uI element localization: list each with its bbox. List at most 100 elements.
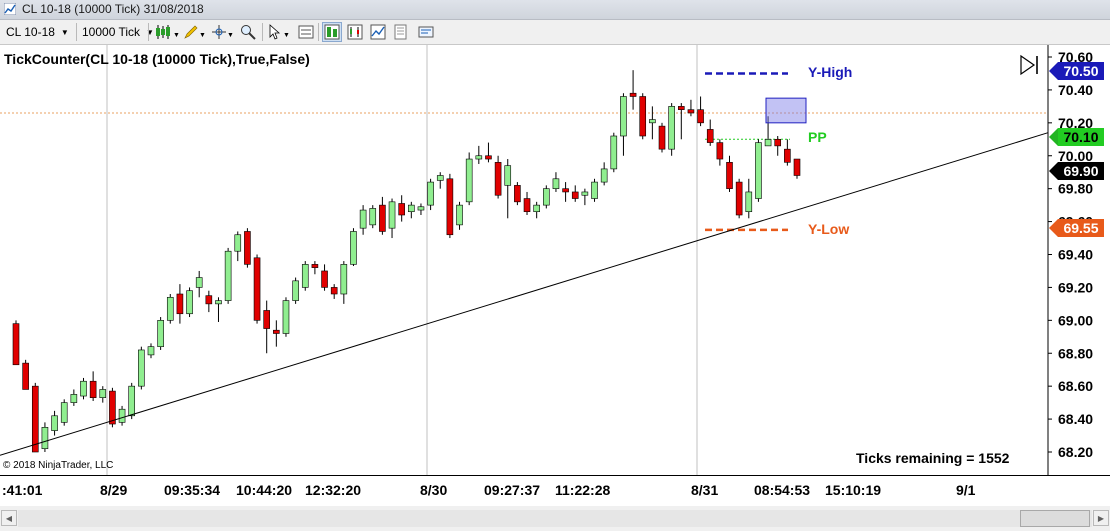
toolbar-separator: [318, 23, 319, 41]
instrument-selector[interactable]: CL 10-18 ▼: [6, 22, 69, 42]
candle-down: [12, 323, 20, 366]
candle-up: [417, 206, 425, 211]
pencil-draw-icon: ▼: [184, 25, 205, 39]
svg-text:▼: ▼: [283, 32, 290, 39]
candle-up: [552, 178, 560, 189]
pointer-icon: ▼: [269, 24, 290, 40]
candle-up: [504, 165, 512, 186]
candle-up: [649, 119, 656, 124]
toolbar-separator: [76, 23, 77, 41]
candle-down: [716, 142, 724, 160]
candle-down: [639, 96, 647, 137]
candle-down: [726, 162, 733, 189]
candle-down: [109, 390, 116, 425]
price-axis[interactable]: 70.6070.4070.2070.0069.8069.6069.4069.20…: [1048, 49, 1093, 460]
toolbar-separator: [148, 23, 149, 41]
time-label: 09:27:37: [484, 482, 541, 498]
candle-down: [784, 148, 791, 163]
zoom-button[interactable]: [238, 22, 258, 42]
candlestick-style-button[interactable]: ▼: [154, 22, 180, 42]
crosshair-button[interactable]: ▼: [210, 22, 234, 42]
horizontal-scrollbar[interactable]: ◀ ▶: [0, 507, 1110, 531]
candle-up: [301, 264, 309, 288]
time-label: 11:22:28: [555, 482, 611, 498]
indicators-icon: [370, 24, 386, 40]
pointer-button[interactable]: ▼: [266, 22, 292, 42]
strategy-button[interactable]: [345, 22, 365, 42]
y-low-price-tag-arrow: [1049, 219, 1058, 237]
candle-down: [205, 295, 213, 305]
templates-button[interactable]: [416, 22, 436, 42]
candle-up: [475, 155, 483, 160]
candle-up: [350, 231, 357, 265]
time-axis[interactable]: :41:01 8/29 09:35:34 10:44:20 12:32:20 8…: [0, 475, 1110, 506]
price-chart[interactable]: 70.6070.4070.2070.0069.8069.6069.4069.20…: [0, 45, 1110, 475]
candle-down: [330, 287, 338, 295]
pp-label: PP: [808, 129, 827, 145]
candle-down: [379, 204, 386, 232]
price-tick-label: 68.60: [1058, 378, 1093, 394]
time-label: 12:32:20: [305, 482, 362, 498]
candle-up: [292, 280, 299, 301]
candle-up: [465, 158, 473, 203]
candle-down: [398, 203, 405, 216]
crosshair-icon: ▼: [212, 25, 233, 39]
price-tick-label: 69.80: [1058, 181, 1093, 197]
interval-selector[interactable]: 10000 Tick ▼: [82, 22, 154, 42]
y-high-label: Y-High: [808, 64, 853, 80]
candle-up: [224, 250, 232, 301]
price-tick-label: 68.20: [1058, 444, 1093, 460]
copyright-text: © 2018 NinjaTrader, LLC: [3, 460, 114, 471]
candle-down: [263, 310, 270, 329]
candle-down: [629, 92, 637, 97]
candle-down: [658, 125, 666, 150]
play-forward-icon[interactable]: [1018, 54, 1042, 76]
candle-down: [735, 181, 743, 216]
candle-up: [157, 320, 164, 347]
time-label: 8/29: [100, 482, 128, 498]
chart-trader-button[interactable]: [322, 22, 342, 42]
window-title: CL 10-18 (10000 Tick) 31/08/2018: [22, 2, 204, 16]
properties-icon: [394, 24, 407, 40]
candle-down: [253, 257, 261, 321]
candle-down: [311, 264, 319, 268]
candle-up: [234, 234, 242, 252]
zoom-icon: [241, 25, 256, 40]
candle-up: [456, 204, 463, 226]
candle-up: [51, 415, 58, 431]
svg-text:▼: ▼: [173, 32, 179, 39]
y-low-price-tag: 69.55: [1058, 219, 1104, 237]
scroll-track[interactable]: [18, 510, 1092, 527]
time-label: 10:44:20: [236, 482, 293, 498]
toolbar-separator: [262, 23, 263, 41]
candle-down: [494, 162, 502, 196]
indicators-button[interactable]: [368, 22, 388, 42]
candle-down: [697, 109, 704, 124]
data-box-button[interactable]: [296, 22, 316, 42]
candle-down: [571, 191, 579, 199]
scroll-right-button[interactable]: ▶: [1093, 510, 1109, 526]
y-low-label: Y-Low: [808, 221, 850, 237]
candle-up: [128, 385, 136, 417]
arrow-right-icon: ▶: [1097, 513, 1105, 523]
scroll-thumb[interactable]: [1020, 510, 1090, 527]
data-box-icon: [298, 25, 314, 39]
time-label: :41:01: [2, 482, 43, 498]
scroll-left-button[interactable]: ◀: [1, 510, 17, 526]
candle-down: [523, 198, 531, 213]
candle-up: [581, 191, 589, 196]
price-tick-label: 68.80: [1058, 345, 1093, 361]
highlight-box: [765, 97, 807, 124]
drawing-tools-button[interactable]: ▼: [182, 22, 206, 42]
price-tick-label: 69.20: [1058, 279, 1093, 295]
candle-up: [70, 394, 78, 403]
candle-up: [147, 346, 155, 356]
candle-up: [41, 427, 49, 450]
chevron-down-icon: ▼: [60, 27, 69, 37]
candlestick-style-icon: ▼: [156, 25, 179, 39]
candle-up: [388, 201, 396, 229]
properties-button[interactable]: [391, 22, 411, 42]
candle-up: [610, 135, 618, 170]
candle-up: [764, 138, 772, 147]
candle-up: [118, 408, 126, 423]
